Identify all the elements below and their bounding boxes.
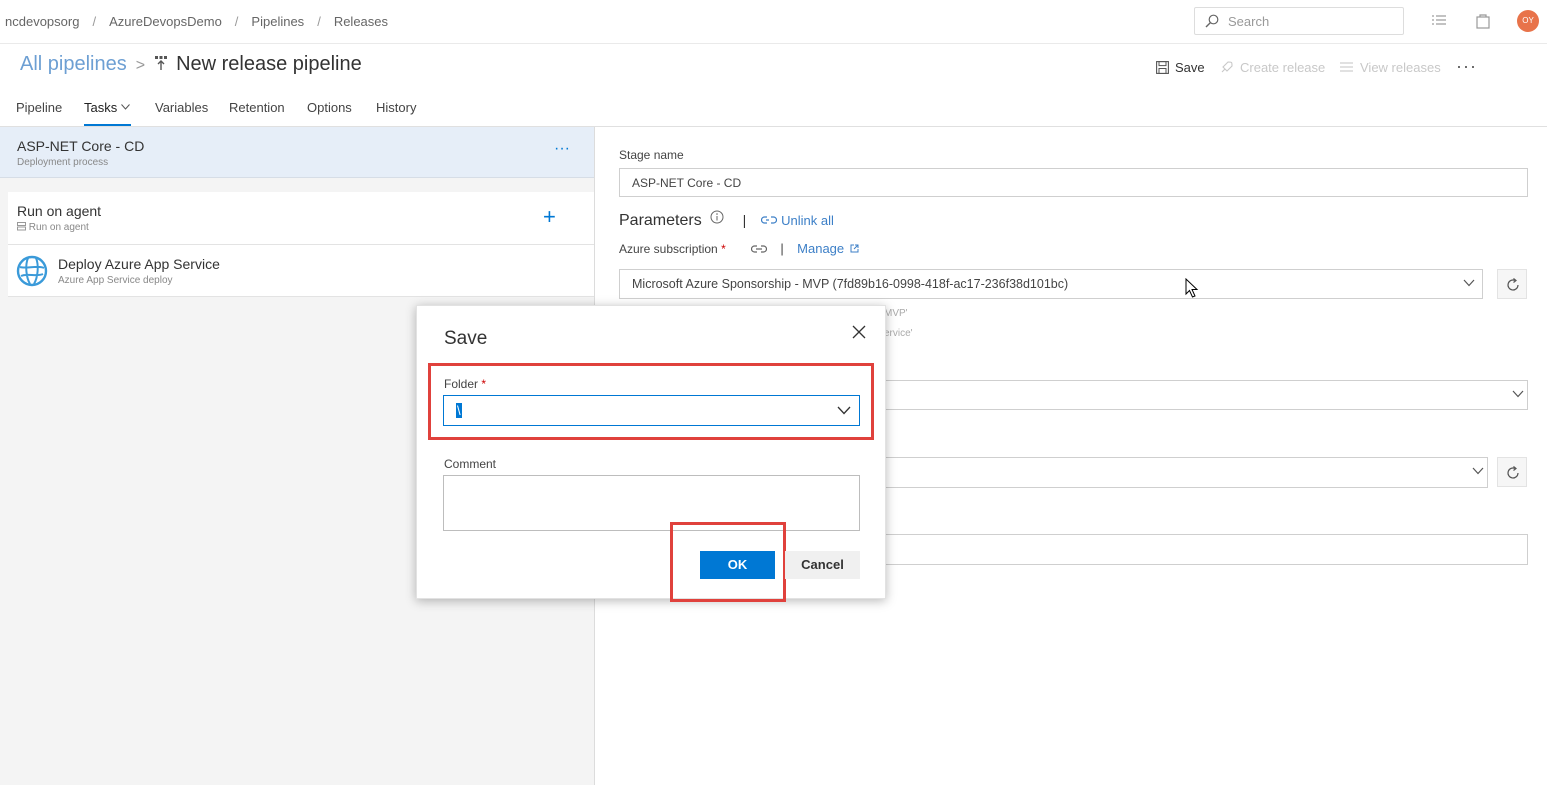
comment-textarea[interactable] (443, 475, 860, 531)
create-release-label: Create release (1240, 60, 1326, 75)
save-button[interactable]: Save (1156, 60, 1205, 75)
azure-subscription-value: Microsoft Azure Sponsorship - MVP (7fd89… (632, 277, 1069, 291)
unlink-all-link[interactable]: Unlink all (781, 213, 834, 228)
breadcrumb-separator: / (317, 14, 321, 29)
search-icon (1205, 14, 1219, 28)
tab-variables[interactable]: Variables (155, 100, 208, 115)
refresh-icon (1507, 278, 1519, 291)
save-dialog: Save Folder * \ Comment OK Cancel (416, 305, 886, 602)
stage-subtitle: Deployment process (17, 157, 109, 168)
page-title-row: All pipelines > New release pipeline (20, 53, 362, 76)
subscription-hint-1: MVP' (884, 308, 908, 319)
folder-dropdown[interactable]: \ (443, 395, 860, 426)
chevron-down-icon (837, 406, 851, 415)
info-icon[interactable] (710, 210, 724, 224)
page-title: New release pipeline (176, 53, 362, 75)
list-icon[interactable] (1430, 12, 1448, 30)
chevron-down-icon (120, 104, 130, 110)
stage-header[interactable]: ASP-NET Core - CD Deployment process ··· (0, 127, 594, 178)
top-bar: ncdevopsorg / AzureDevopsDemo / Pipelines / Re… (0, 0, 1547, 44)
agent-job-subtitle-text: Run on agent (28, 222, 89, 233)
shopping-bag-icon[interactable] (1474, 12, 1492, 30)
cancel-button[interactable]: Cancel (785, 551, 860, 579)
ok-button[interactable]: OK (700, 551, 775, 579)
refresh-icon (1507, 466, 1519, 479)
server-icon (17, 222, 26, 231)
chevron-down-icon (1512, 390, 1524, 398)
stage-name-value: ASP-NET Core - CD (632, 176, 742, 190)
breadcrumb: ncdevopsorg / AzureDevopsDemo / Pipelines / Re… (5, 14, 388, 29)
refresh-subscriptions-button[interactable] (1497, 269, 1527, 299)
stage-title: ASP-NET Core - CD (17, 138, 145, 154)
dialog-title: Save (444, 328, 488, 349)
list-icon (1340, 62, 1353, 72)
stage-name-label: Stage name (619, 148, 684, 162)
breadcrumb-separator: / (234, 14, 239, 29)
breadcrumb-project[interactable]: AzureDevopsDemo (109, 14, 222, 29)
external-link-icon (850, 244, 859, 253)
refresh-app-services-button[interactable] (1497, 457, 1527, 487)
parameters-row: Parameters | Unlink all (619, 210, 834, 230)
folder-label-row: Folder * (444, 377, 486, 391)
tab-tasks[interactable]: Tasks (84, 100, 130, 115)
close-icon[interactable] (852, 325, 866, 339)
required-asterisk: * (481, 377, 487, 391)
stage-more-button[interactable]: ··· (554, 140, 570, 158)
tab-pipeline[interactable]: Pipeline (16, 100, 62, 115)
breadcrumb-releases[interactable]: Releases (334, 14, 388, 29)
separator: | (780, 241, 784, 256)
folder-label: Folder (444, 377, 479, 391)
azure-subscription-dropdown[interactable]: Microsoft Azure Sponsorship - MVP (7fd89… (619, 269, 1483, 299)
chevron-right-icon: > (135, 57, 146, 74)
folder-value: \ (456, 403, 462, 418)
tab-retention[interactable]: Retention (229, 100, 285, 115)
azure-app-service-icon (16, 255, 48, 287)
azure-subscription-label: Azure subscription (619, 242, 718, 256)
required-asterisk: * (721, 242, 726, 256)
chevron-down-icon (1472, 467, 1484, 475)
task-item[interactable]: Deploy Azure App Service Azure App Servi… (8, 245, 594, 297)
tab-bar: Pipeline Tasks Variables Retention Optio… (0, 96, 1547, 127)
separator: | (742, 212, 747, 228)
view-releases-button[interactable]: View releases (1339, 60, 1441, 75)
active-tab-indicator (84, 124, 131, 126)
manage-link[interactable]: Manage (797, 241, 844, 256)
unlink-icon (760, 216, 777, 224)
tab-tasks-label: Tasks (84, 100, 118, 115)
agent-job[interactable]: Run on agent Run on agent + (8, 192, 594, 245)
view-releases-label: View releases (1360, 60, 1441, 75)
azure-subscription-label-row: Azure subscription * | Manage (619, 241, 859, 256)
breadcrumb-org[interactable]: ncdevopsorg (5, 14, 79, 29)
link-icon[interactable] (751, 243, 768, 255)
tab-history[interactable]: History (376, 100, 416, 115)
chevron-down-icon (1463, 279, 1475, 287)
task-title: Deploy Azure App Service (58, 256, 220, 272)
release-pipeline-icon (155, 56, 168, 70)
stage-name-input[interactable]: ASP-NET Core - CD (619, 168, 1528, 197)
mouse-cursor-icon (1185, 278, 1199, 298)
search-box[interactable]: Search (1194, 7, 1404, 35)
task-subtitle: Azure App Service deploy (58, 275, 173, 286)
tab-options[interactable]: Options (307, 100, 352, 115)
rocket-icon (1221, 61, 1233, 73)
all-pipelines-link[interactable]: All pipelines (20, 53, 127, 75)
add-task-button[interactable]: + (543, 204, 556, 230)
breadcrumb-pipelines[interactable]: Pipelines (251, 14, 304, 29)
subscription-hint-2: ervice' (884, 328, 913, 339)
create-release-button[interactable]: Create release (1219, 60, 1325, 75)
parameters-label: Parameters (619, 212, 702, 229)
more-actions-button[interactable]: ··· (1456, 56, 1477, 77)
agent-job-subtitle: Run on agent (17, 222, 89, 233)
avatar[interactable]: OY (1517, 10, 1539, 32)
agent-job-title: Run on agent (17, 203, 102, 219)
comment-label: Comment (444, 457, 497, 471)
save-button-label: Save (1175, 60, 1205, 75)
search-placeholder: Search (1228, 14, 1270, 29)
floppy-disk-icon (1156, 61, 1169, 74)
breadcrumb-separator: / (92, 14, 97, 29)
